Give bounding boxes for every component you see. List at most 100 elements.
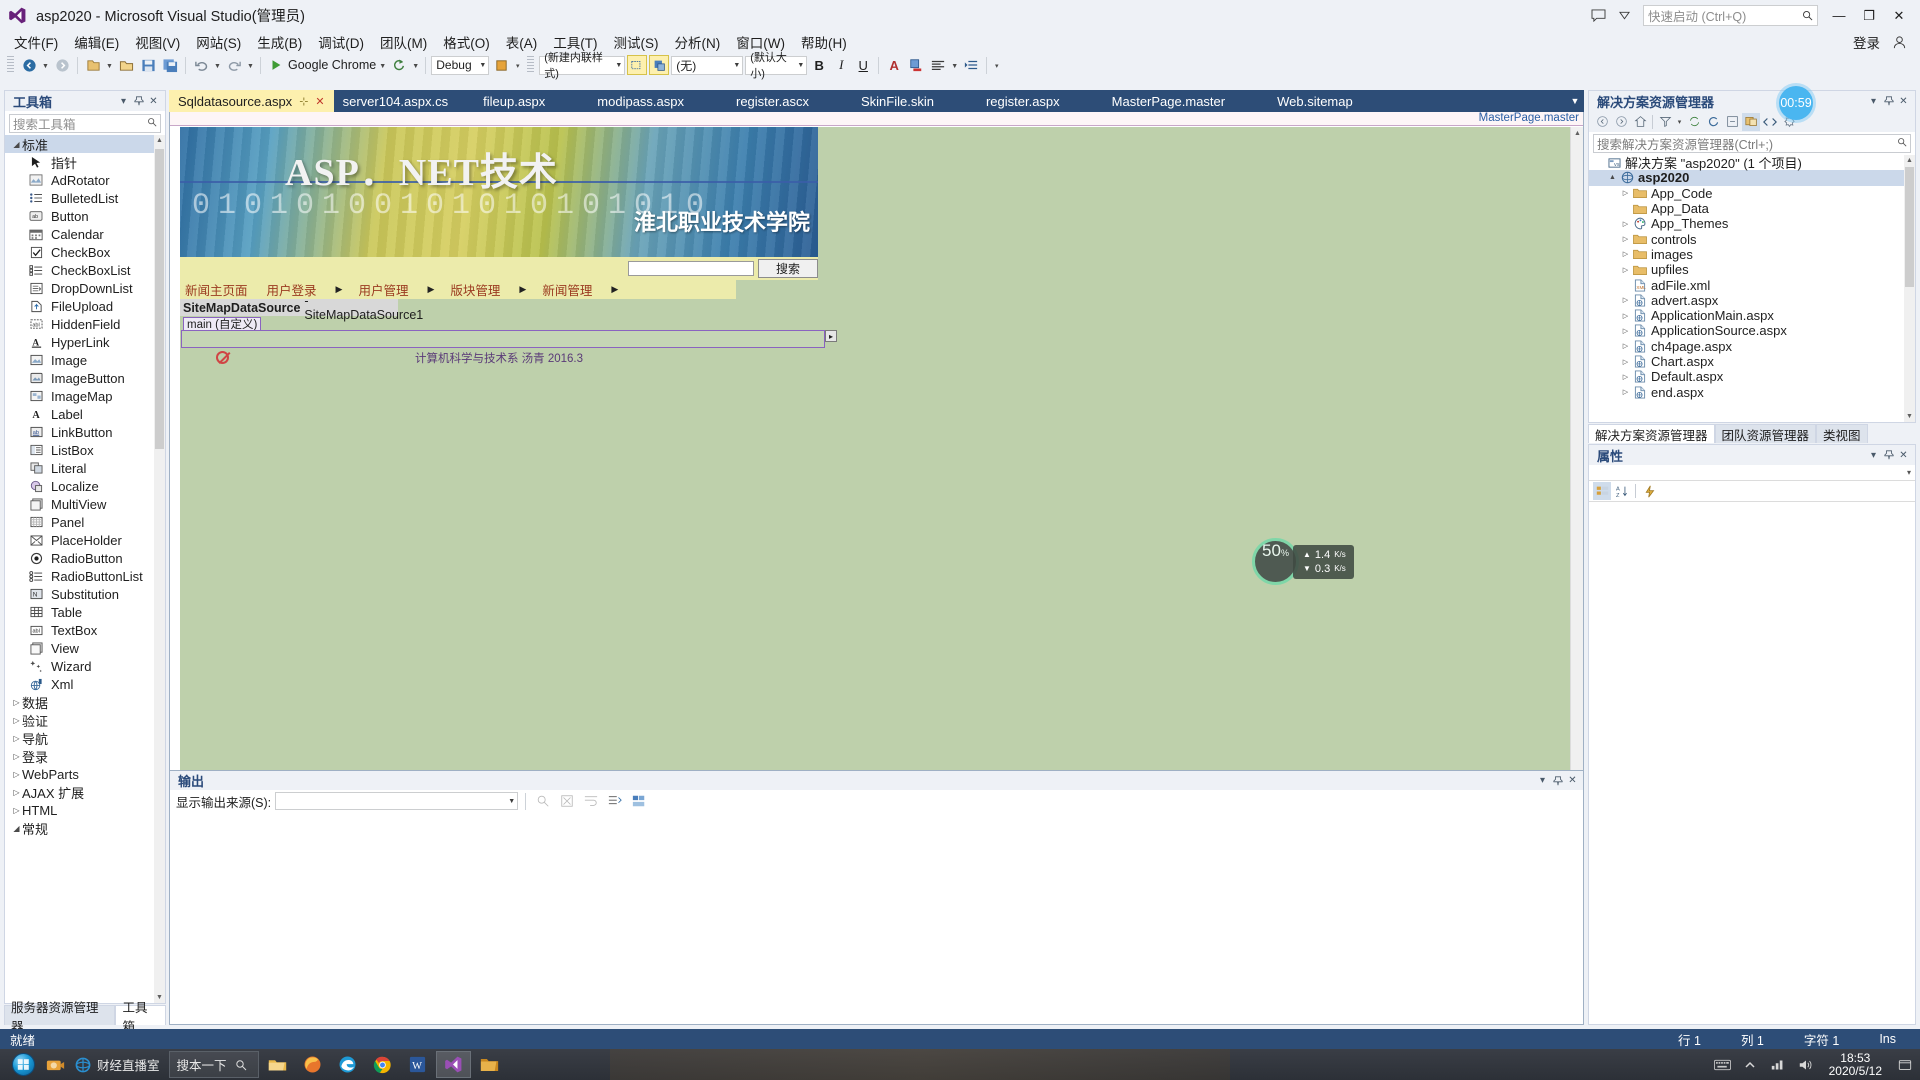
expander-icon[interactable]: ▷ bbox=[1619, 373, 1632, 381]
output-source-combo[interactable]: ▼ bbox=[275, 792, 519, 810]
solution-search-input[interactable]: 搜索解决方案资源管理器(Ctrl+;) bbox=[1593, 134, 1911, 153]
start-button[interactable] bbox=[0, 1049, 46, 1080]
solution-tree-item[interactable]: ▷ images bbox=[1589, 247, 1915, 262]
doc-tab-server104[interactable]: server104.aspx.cs bbox=[334, 90, 458, 112]
menu-help[interactable]: 帮助(H) bbox=[793, 30, 855, 54]
solution-pin-icon[interactable] bbox=[1881, 94, 1896, 109]
toolbox-item-substitution[interactable]: N Substitution bbox=[5, 585, 165, 603]
toolbox-item-hiddenfield[interactable]: abl HiddenField bbox=[5, 315, 165, 333]
clear-all-icon[interactable] bbox=[557, 791, 577, 811]
output-close-icon[interactable]: ✕ bbox=[1565, 773, 1580, 788]
solution-tree-item[interactable]: ▷ upfiles bbox=[1589, 262, 1915, 277]
toolbox-item-calendar[interactable]: Calendar bbox=[5, 225, 165, 243]
toolbox-item-bulletedlist[interactable]: BulletedList bbox=[5, 189, 165, 207]
refresh-icon[interactable] bbox=[389, 55, 409, 75]
refresh-dropdown-icon[interactable]: ▼ bbox=[411, 55, 420, 75]
properties-menu-icon[interactable]: ▾ bbox=[1866, 448, 1881, 463]
redo-dropdown-icon[interactable]: ▼ bbox=[246, 55, 255, 75]
toolbar-overflow-icon[interactable]: ▾ bbox=[992, 55, 1001, 75]
toolbox-item-dropdownlist[interactable]: DropDownList bbox=[5, 279, 165, 297]
maximize-button[interactable]: ❐ bbox=[1854, 5, 1884, 27]
notification-center-icon[interactable] bbox=[1895, 1055, 1914, 1074]
solution-tree-item[interactable]: ▷ ApplicationSource.aspx bbox=[1589, 323, 1915, 338]
output-pin-icon[interactable] bbox=[1550, 773, 1565, 788]
scroll-up-icon[interactable]: ▲ bbox=[1571, 127, 1583, 140]
properties-object-combo[interactable]: ▾ bbox=[1589, 465, 1915, 481]
show-hidden-icons-icon[interactable] bbox=[1741, 1055, 1760, 1074]
attach-process-icon[interactable] bbox=[491, 55, 511, 75]
solution-config-combo[interactable]: Debug ▼ bbox=[431, 55, 490, 75]
scroll-up-icon[interactable]: ▲ bbox=[1904, 155, 1915, 166]
navigate-forward-icon[interactable] bbox=[1612, 113, 1630, 131]
toolbox-item-radiobutton[interactable]: RadioButton bbox=[5, 549, 165, 567]
solution-tree-item[interactable]: ▲ asp2020 bbox=[1589, 170, 1915, 186]
taskbar-icon-word[interactable]: W bbox=[401, 1051, 434, 1078]
menu-website[interactable]: 网站(S) bbox=[188, 30, 249, 54]
toolbox-pin-icon[interactable] bbox=[131, 94, 146, 109]
toolbox-item-literal[interactable]: Literal bbox=[5, 459, 165, 477]
taskbar-icon-visual-studio[interactable] bbox=[435, 1051, 471, 1078]
doc-tab-modipass[interactable]: modipass.aspx bbox=[571, 90, 710, 112]
toolbox-item-image[interactable]: Image bbox=[5, 351, 165, 369]
toolbox-item-table[interactable]: Table bbox=[5, 603, 165, 621]
menu-test[interactable]: 测试(S) bbox=[606, 30, 667, 54]
toolbox-item-view[interactable]: View bbox=[5, 639, 165, 657]
solution-menu-icon[interactable]: ▾ bbox=[1866, 94, 1881, 109]
expander-icon[interactable]: ▷ bbox=[1619, 220, 1632, 228]
solution-close-icon[interactable]: ✕ bbox=[1896, 94, 1911, 109]
find-message-icon[interactable] bbox=[533, 791, 553, 811]
nav-item-news-home[interactable]: 新闻主页面 bbox=[185, 280, 258, 299]
toolbox-category-5[interactable]: ▷ WebParts bbox=[5, 765, 165, 783]
debug-target-dropdown-icon[interactable]: ▼ bbox=[378, 55, 387, 75]
toolbar-grip[interactable] bbox=[7, 56, 14, 74]
tab-class-view[interactable]: 类视图 bbox=[1816, 424, 1868, 443]
background-color-icon[interactable] bbox=[906, 55, 926, 75]
doc-tab-register-ascx[interactable]: register.ascx bbox=[710, 90, 835, 112]
minimize-button[interactable]: — bbox=[1824, 5, 1854, 27]
align-left-icon[interactable] bbox=[928, 55, 948, 75]
close-icon[interactable]: ✕ bbox=[315, 95, 324, 108]
go-to-message-icon[interactable] bbox=[605, 791, 625, 811]
menu-edit[interactable]: 编辑(E) bbox=[66, 30, 127, 54]
tab-toolbox[interactable]: 工具箱 bbox=[115, 1001, 166, 1034]
solution-tree-item[interactable]: ▷ Chart.aspx bbox=[1589, 354, 1915, 369]
undo-dropdown-icon[interactable]: ▼ bbox=[213, 55, 222, 75]
doc-tab-register-aspx[interactable]: register.aspx bbox=[960, 90, 1086, 112]
solution-tree-item[interactable]: ▷ Default.aspx bbox=[1589, 369, 1915, 384]
alphabetical-view-icon[interactable]: AZ bbox=[1613, 482, 1631, 500]
new-website-dropdown-icon[interactable]: ▼ bbox=[105, 55, 114, 75]
tab-solution-explorer[interactable]: 解决方案资源管理器 bbox=[1588, 424, 1715, 443]
keyboard-icon[interactable] bbox=[1713, 1055, 1732, 1074]
toolbox-item-textbox[interactable]: abl TextBox bbox=[5, 621, 165, 639]
undo-icon[interactable] bbox=[191, 55, 211, 75]
toolbox-menu-icon[interactable]: ▾ bbox=[116, 94, 131, 109]
account-icon[interactable] bbox=[1890, 33, 1908, 51]
scroll-down-icon[interactable]: ▼ bbox=[1904, 411, 1915, 422]
toolbox-category-4[interactable]: ▷ 登录 bbox=[5, 747, 165, 765]
refresh-icon[interactable] bbox=[1704, 113, 1722, 131]
categorized-view-icon[interactable] bbox=[1593, 482, 1611, 500]
site-nav-menu[interactable]: 新闻主页面 用户登录 ▶ 用户管理 ▶ 版块管理 ▶ 新闻管理 ▶ bbox=[180, 280, 736, 299]
debug-target-label[interactable]: Google Chrome bbox=[288, 58, 376, 72]
properties-close-icon[interactable]: ✕ bbox=[1896, 448, 1911, 463]
solution-tree[interactable]: ᴠꜱ 解决方案 "asp2020" (1 个项目) ▲ asp2020 ▷ App_Cod… bbox=[1589, 155, 1915, 422]
navigate-back-icon[interactable] bbox=[19, 55, 39, 75]
style-target-icon[interactable] bbox=[627, 55, 648, 75]
taskbar-icon-edge[interactable] bbox=[331, 1051, 364, 1078]
volume-icon[interactable] bbox=[1797, 1055, 1816, 1074]
toolbox-item-指针[interactable]: 指针 bbox=[5, 153, 165, 171]
expander-icon[interactable]: ▷ bbox=[1619, 250, 1632, 258]
expander-icon[interactable]: ▷ bbox=[1619, 235, 1632, 243]
italic-button[interactable]: I bbox=[831, 55, 851, 75]
solution-tree-item[interactable]: ▷ end.aspx bbox=[1589, 384, 1915, 400]
toolbox-scrollbar[interactable]: ▲ ▼ bbox=[154, 135, 165, 1003]
quick-launch-input[interactable]: 快速启动 (Ctrl+Q) bbox=[1643, 5, 1818, 26]
content-placeholder-tag[interactable]: main (自定义) bbox=[183, 317, 262, 331]
bold-button[interactable]: B bbox=[809, 55, 829, 75]
toolbox-category-2[interactable]: ▷ 验证 bbox=[5, 711, 165, 729]
toolbox-item-xml[interactable]: Xml bbox=[5, 675, 165, 693]
navigate-back-dropdown-icon[interactable]: ▼ bbox=[41, 55, 50, 75]
save-all-icon[interactable] bbox=[160, 55, 180, 75]
toolbox-item-checkbox[interactable]: CheckBox bbox=[5, 243, 165, 261]
smart-tag-icon[interactable]: ▸ bbox=[825, 330, 837, 342]
